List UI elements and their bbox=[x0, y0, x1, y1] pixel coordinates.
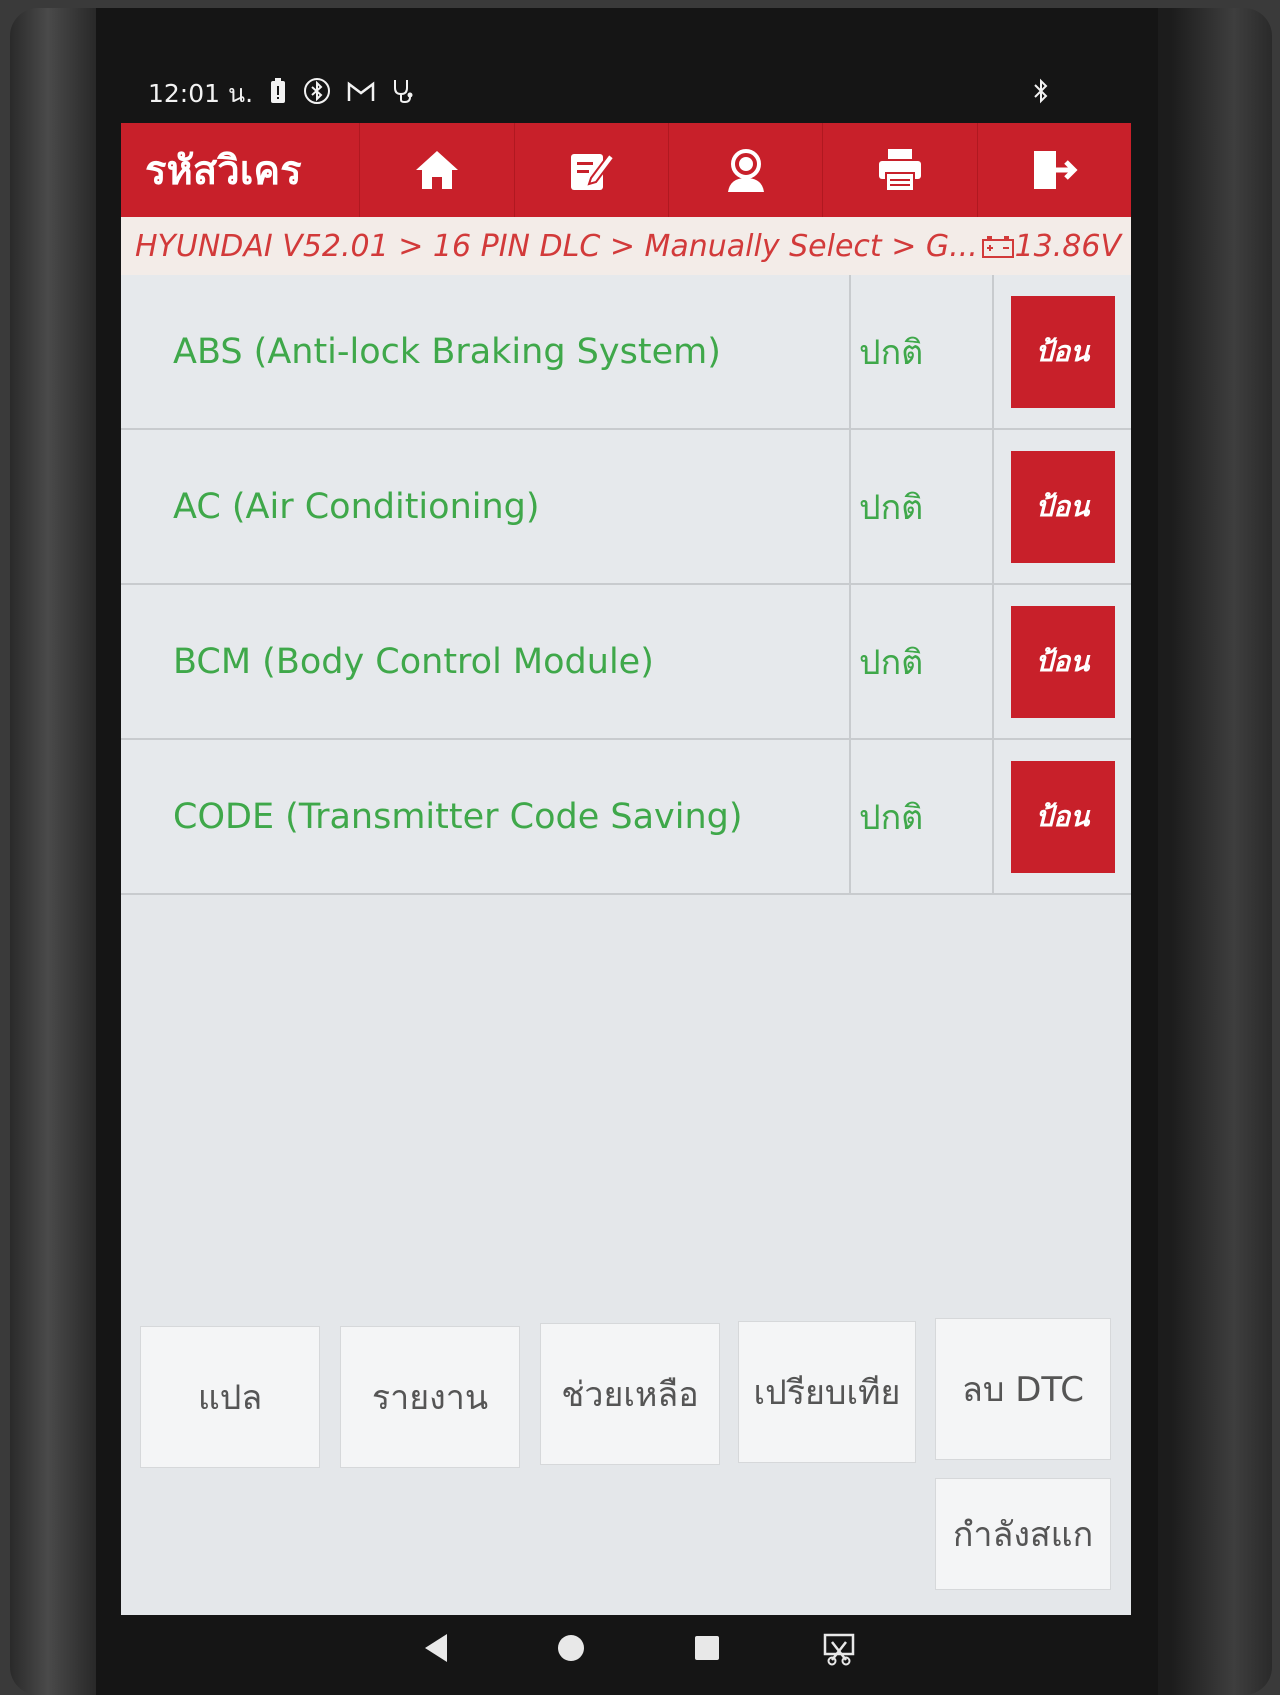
home-button[interactable] bbox=[360, 123, 515, 217]
bluetooth-circle-icon bbox=[303, 77, 331, 111]
battery-alert-icon bbox=[269, 78, 287, 110]
enter-button[interactable]: ป้อน bbox=[1010, 605, 1115, 718]
breadcrumb-path: HYUNDAI V52.01 > 16 PIN DLC > Manually S… bbox=[135, 228, 978, 264]
device-screen: 12:01 น. รหัสวิเคร HYUNDAI V52.01 > 16 P… bbox=[96, 8, 1158, 1695]
edit-button[interactable] bbox=[515, 123, 669, 217]
enter-cell: ป้อน bbox=[994, 275, 1131, 428]
system-status: ปกติ bbox=[851, 430, 994, 583]
system-name: AC (Air Conditioning) bbox=[121, 430, 851, 583]
home-icon bbox=[415, 151, 458, 189]
bluetooth-icon bbox=[1032, 78, 1050, 110]
enter-button[interactable]: ป้อน bbox=[1010, 760, 1115, 873]
system-row: BCM (Body Control Module) ปกติ ป้อน bbox=[121, 585, 1131, 740]
page-title: รหัสวิเคร bbox=[121, 123, 361, 217]
action-bar: แปล รายงาน ช่วยเหลือ เปรียบเทีย ลบ DTC ก… bbox=[121, 1313, 1131, 1613]
support-button[interactable] bbox=[669, 123, 824, 217]
enter-cell: ป้อน bbox=[994, 740, 1131, 893]
print-button[interactable] bbox=[823, 123, 978, 217]
top-toolbar: รหัสวิเคร bbox=[121, 123, 1131, 217]
report-button[interactable]: รายงาน bbox=[340, 1326, 520, 1468]
voltage-value: 13.86V bbox=[1014, 228, 1121, 264]
help-button[interactable]: ช่วยเหลือ bbox=[540, 1323, 720, 1465]
compare-button[interactable]: เปรียบเทีย bbox=[738, 1321, 916, 1463]
system-name: ABS (Anti-lock Braking System) bbox=[121, 275, 851, 428]
scanning-button[interactable]: กำลังสแก bbox=[935, 1478, 1111, 1590]
battery-voltage: 13.86V bbox=[981, 229, 1131, 264]
system-status: ปกติ bbox=[851, 740, 994, 893]
car-battery-icon bbox=[981, 235, 1014, 258]
back-button[interactable] bbox=[421, 1632, 451, 1673]
system-status: ปกติ bbox=[851, 585, 994, 738]
edit-icon bbox=[571, 152, 616, 190]
support-icon bbox=[727, 149, 764, 192]
breadcrumb: HYUNDAI V52.01 > 16 PIN DLC > Manually S… bbox=[121, 217, 1131, 275]
system-row: ABS (Anti-lock Braking System) ปกติ ป้อน bbox=[121, 275, 1131, 430]
system-row: CODE (Transmitter Code Saving) ปกติ ป้อน bbox=[121, 740, 1131, 895]
enter-cell: ป้อน bbox=[994, 585, 1131, 738]
system-name: CODE (Transmitter Code Saving) bbox=[121, 740, 851, 893]
system-name: BCM (Body Control Module) bbox=[121, 585, 851, 738]
enter-cell: ป้อน bbox=[994, 430, 1131, 583]
exit-button[interactable] bbox=[978, 123, 1131, 217]
screenshot-icon bbox=[823, 1633, 855, 1666]
exit-icon bbox=[1034, 151, 1078, 189]
gmail-icon bbox=[347, 80, 375, 109]
system-status: ปกติ bbox=[851, 275, 994, 428]
enter-button[interactable]: ป้อน bbox=[1010, 295, 1115, 408]
print-icon bbox=[878, 149, 921, 192]
status-time: 12:01 น. bbox=[148, 79, 254, 108]
android-nav-bar bbox=[96, 1620, 1158, 1695]
recents-icon bbox=[695, 1636, 719, 1660]
translate-button[interactable]: แปล bbox=[140, 1326, 320, 1468]
system-row: AC (Air Conditioning) ปกติ ป้อน bbox=[121, 430, 1131, 585]
status-bar: 12:01 น. bbox=[96, 68, 1158, 120]
stethoscope-icon bbox=[391, 78, 415, 110]
back-icon bbox=[425, 1634, 447, 1662]
clear-dtc-button[interactable]: ลบ DTC bbox=[935, 1318, 1111, 1460]
recents-button[interactable] bbox=[692, 1632, 722, 1673]
screenshot-button[interactable] bbox=[822, 1632, 856, 1675]
home-nav-button[interactable] bbox=[556, 1632, 586, 1673]
enter-button[interactable]: ป้อน bbox=[1010, 450, 1115, 563]
home-circle-icon bbox=[558, 1635, 584, 1661]
